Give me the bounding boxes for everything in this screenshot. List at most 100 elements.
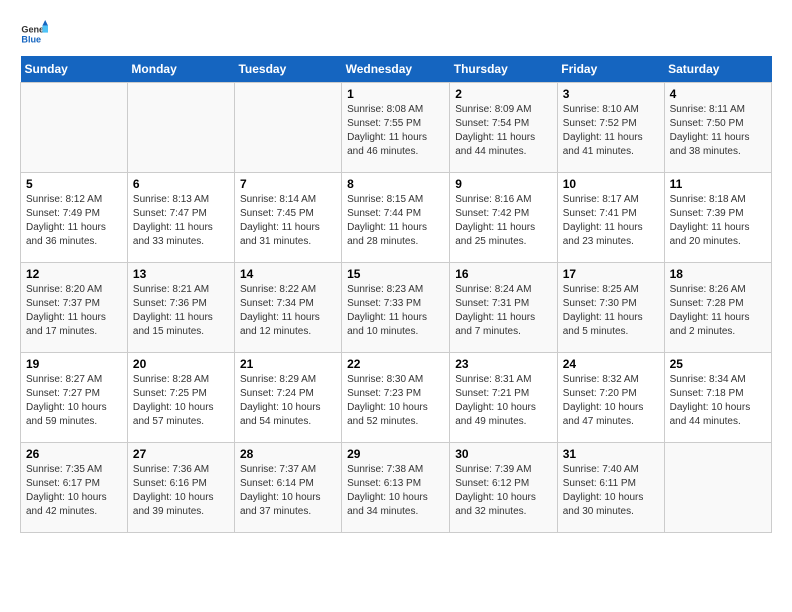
- logo-icon: General Blue: [20, 20, 48, 48]
- svg-text:Blue: Blue: [21, 34, 41, 44]
- calendar-day-26: 26 Sunrise: 7:35 AM Sunset: 6:17 PM Dayli…: [21, 443, 128, 533]
- day-info: Sunrise: 8:31 AM Sunset: 7:21 PM Dayligh…: [455, 373, 551, 429]
- empty-day-cell: [21, 83, 128, 173]
- calendar-day-9: 9 Sunrise: 8:16 AM Sunset: 7:42 PM Daylig…: [450, 173, 557, 263]
- calendar-day-14: 14Sunrise: 8:22 AM Sunset: 7:34 PM Dayli…: [234, 263, 341, 353]
- day-number: 26: [26, 447, 122, 461]
- day-number: 15: [347, 267, 444, 281]
- day-info: Sunrise: 7:39 AM Sunset: 6:12 PM Dayligh…: [455, 463, 551, 519]
- calendar-week-row: 26 Sunrise: 7:35 AM Sunset: 6:17 PM Dayli…: [21, 443, 772, 533]
- day-number: 10: [563, 177, 659, 191]
- day-info: Sunrise: 8:14 AM Sunset: 7:45 PM Dayligh…: [240, 193, 336, 249]
- calendar-day-30: 30 Sunrise: 7:39 AM Sunset: 6:12 PM Dayli…: [450, 443, 557, 533]
- day-info: Sunrise: 8:12 AM Sunset: 7:49 PM Dayligh…: [26, 193, 122, 249]
- day-info: Sunrise: 8:24 AM Sunset: 7:31 PM Dayligh…: [455, 283, 551, 339]
- calendar-day-15: 15 Sunrise: 8:23 AM Sunset: 7:33 PM Dayli…: [342, 263, 450, 353]
- calendar-day-21: 21Sunrise: 8:29 AM Sunset: 7:24 PM Dayli…: [234, 353, 341, 443]
- day-info: Sunrise: 8:23 AM Sunset: 7:33 PM Dayligh…: [347, 283, 444, 339]
- day-number: 7: [240, 177, 336, 191]
- day-info: Sunrise: 8:22 AM Sunset: 7:34 PM Dayligh…: [240, 283, 336, 339]
- calendar-week-row: 19 Sunrise: 8:27 AM Sunset: 7:27 PM Dayli…: [21, 353, 772, 443]
- day-number: 4: [670, 87, 766, 101]
- day-info: Sunrise: 8:26 AM Sunset: 7:28 PM Dayligh…: [670, 283, 766, 339]
- day-number: 28: [240, 447, 336, 461]
- calendar-day-27: 27 Sunrise: 7:36 AM Sunset: 6:16 PM Dayli…: [127, 443, 234, 533]
- day-header-sunday: Sunday: [21, 56, 128, 83]
- day-info: Sunrise: 8:27 AM Sunset: 7:27 PM Dayligh…: [26, 373, 122, 429]
- day-number: 20: [133, 357, 229, 371]
- day-info: Sunrise: 7:37 AM Sunset: 6:14 PM Dayligh…: [240, 463, 336, 519]
- day-info: Sunrise: 8:30 AM Sunset: 7:23 PM Dayligh…: [347, 373, 444, 429]
- day-info: Sunrise: 8:09 AM Sunset: 7:54 PM Dayligh…: [455, 103, 551, 159]
- day-number: 25: [670, 357, 766, 371]
- calendar-day-20: 20Sunrise: 8:28 AM Sunset: 7:25 PM Dayli…: [127, 353, 234, 443]
- empty-day-cell: [234, 83, 341, 173]
- calendar-day-4: 4 Sunrise: 8:11 AM Sunset: 7:50 PM Daylig…: [664, 83, 771, 173]
- logo: General Blue: [20, 20, 48, 48]
- day-number: 1: [347, 87, 444, 101]
- calendar-day-12: 12 Sunrise: 8:20 AM Sunset: 7:37 PM Dayli…: [21, 263, 128, 353]
- empty-day-cell: [664, 443, 771, 533]
- day-number: 24: [563, 357, 659, 371]
- day-info: Sunrise: 7:36 AM Sunset: 6:16 PM Dayligh…: [133, 463, 229, 519]
- day-info: Sunrise: 7:40 AM Sunset: 6:11 PM Dayligh…: [563, 463, 659, 519]
- day-header-monday: Monday: [127, 56, 234, 83]
- calendar-day-7: 7 Sunrise: 8:14 AM Sunset: 7:45 PM Daylig…: [234, 173, 341, 263]
- day-number: 31: [563, 447, 659, 461]
- day-number: 12: [26, 267, 122, 281]
- day-info: Sunrise: 8:34 AM Sunset: 7:18 PM Dayligh…: [670, 373, 766, 429]
- calendar-day-16: 16 Sunrise: 8:24 AM Sunset: 7:31 PM Dayli…: [450, 263, 557, 353]
- day-number: 22: [347, 357, 444, 371]
- day-info: Sunrise: 8:21 AM Sunset: 7:36 PM Dayligh…: [133, 283, 229, 339]
- day-number: 23: [455, 357, 551, 371]
- calendar-day-17: 17Sunrise: 8:25 AM Sunset: 7:30 PM Dayli…: [557, 263, 664, 353]
- day-number: 8: [347, 177, 444, 191]
- day-info: Sunrise: 8:17 AM Sunset: 7:41 PM Dayligh…: [563, 193, 659, 249]
- calendar-day-28: 28 Sunrise: 7:37 AM Sunset: 6:14 PM Dayli…: [234, 443, 341, 533]
- calendar-day-25: 25 Sunrise: 8:34 AM Sunset: 7:18 PM Dayli…: [664, 353, 771, 443]
- day-header-thursday: Thursday: [450, 56, 557, 83]
- day-info: Sunrise: 8:15 AM Sunset: 7:44 PM Dayligh…: [347, 193, 444, 249]
- calendar-day-18: 18Sunrise: 8:26 AM Sunset: 7:28 PM Dayli…: [664, 263, 771, 353]
- calendar-day-10: 10 Sunrise: 8:17 AM Sunset: 7:41 PM Dayli…: [557, 173, 664, 263]
- day-number: 29: [347, 447, 444, 461]
- day-number: 19: [26, 357, 122, 371]
- day-number: 27: [133, 447, 229, 461]
- day-header-friday: Friday: [557, 56, 664, 83]
- calendar-day-19: 19 Sunrise: 8:27 AM Sunset: 7:27 PM Dayli…: [21, 353, 128, 443]
- calendar-day-5: 5 Sunrise: 8:12 AM Sunset: 7:49 PM Daylig…: [21, 173, 128, 263]
- day-info: Sunrise: 7:35 AM Sunset: 6:17 PM Dayligh…: [26, 463, 122, 519]
- day-number: 6: [133, 177, 229, 191]
- calendar-day-1: 1 Sunrise: 8:08 AM Sunset: 7:55 PM Daylig…: [342, 83, 450, 173]
- day-info: Sunrise: 8:20 AM Sunset: 7:37 PM Dayligh…: [26, 283, 122, 339]
- calendar-day-22: 22 Sunrise: 8:30 AM Sunset: 7:23 PM Dayli…: [342, 353, 450, 443]
- calendar-header-row: SundayMondayTuesdayWednesdayThursdayFrid…: [21, 56, 772, 83]
- empty-day-cell: [127, 83, 234, 173]
- calendar-day-24: 24 Sunrise: 8:32 AM Sunset: 7:20 PM Dayli…: [557, 353, 664, 443]
- day-info: Sunrise: 7:38 AM Sunset: 6:13 PM Dayligh…: [347, 463, 444, 519]
- calendar-day-31: 31 Sunrise: 7:40 AM Sunset: 6:11 PM Dayli…: [557, 443, 664, 533]
- calendar-day-23: 23 Sunrise: 8:31 AM Sunset: 7:21 PM Dayli…: [450, 353, 557, 443]
- day-header-saturday: Saturday: [664, 56, 771, 83]
- calendar-table: SundayMondayTuesdayWednesdayThursdayFrid…: [20, 56, 772, 533]
- calendar-week-row: 5 Sunrise: 8:12 AM Sunset: 7:49 PM Daylig…: [21, 173, 772, 263]
- day-number: 3: [563, 87, 659, 101]
- day-info: Sunrise: 8:13 AM Sunset: 7:47 PM Dayligh…: [133, 193, 229, 249]
- header: General Blue: [20, 20, 772, 48]
- day-info: Sunrise: 8:16 AM Sunset: 7:42 PM Dayligh…: [455, 193, 551, 249]
- day-info: Sunrise: 8:11 AM Sunset: 7:50 PM Dayligh…: [670, 103, 766, 159]
- calendar-day-13: 13Sunrise: 8:21 AM Sunset: 7:36 PM Dayli…: [127, 263, 234, 353]
- day-number: 30: [455, 447, 551, 461]
- day-number: 9: [455, 177, 551, 191]
- day-number: 5: [26, 177, 122, 191]
- day-number: 11: [670, 177, 766, 191]
- day-info: Sunrise: 8:08 AM Sunset: 7:55 PM Dayligh…: [347, 103, 444, 159]
- calendar-day-8: 8 Sunrise: 8:15 AM Sunset: 7:44 PM Daylig…: [342, 173, 450, 263]
- calendar-week-row: 1 Sunrise: 8:08 AM Sunset: 7:55 PM Daylig…: [21, 83, 772, 173]
- day-info: Sunrise: 8:10 AM Sunset: 7:52 PM Dayligh…: [563, 103, 659, 159]
- day-info: Sunrise: 8:32 AM Sunset: 7:20 PM Dayligh…: [563, 373, 659, 429]
- day-number: 21: [240, 357, 336, 371]
- calendar-day-3: 3 Sunrise: 8:10 AM Sunset: 7:52 PM Daylig…: [557, 83, 664, 173]
- day-info: Sunrise: 8:18 AM Sunset: 7:39 PM Dayligh…: [670, 193, 766, 249]
- day-number: 16: [455, 267, 551, 281]
